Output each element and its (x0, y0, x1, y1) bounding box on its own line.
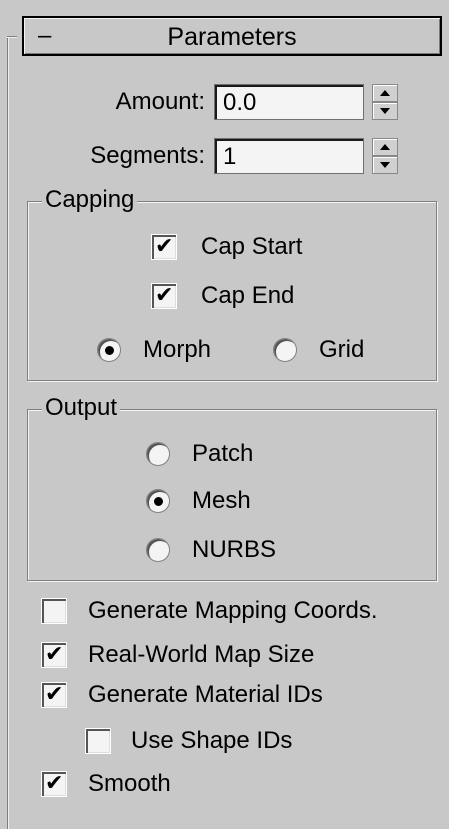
segments-spin-down-button[interactable] (372, 156, 398, 174)
generate-mapping-coords-label: Generate Mapping Coords. (88, 597, 378, 624)
amount-spinner[interactable] (372, 84, 398, 120)
morph-radio[interactable] (97, 338, 121, 362)
radio-selected-dot-icon (154, 497, 163, 506)
mesh-label: Mesh (192, 487, 251, 514)
segments-spin-up-button[interactable] (372, 138, 398, 156)
amount-row: Amount: (0, 84, 449, 120)
arrow-up-icon (380, 144, 390, 150)
checkmark-icon: ✔ (155, 234, 174, 259)
segments-input[interactable] (214, 138, 364, 174)
smooth-checkbox[interactable]: ✔ (41, 771, 67, 797)
checkmark-icon: ✔ (45, 682, 64, 707)
real-world-map-size-label: Real-World Map Size (88, 641, 315, 668)
output-group-title: Output (42, 394, 121, 422)
segments-spinner[interactable] (372, 138, 398, 174)
grid-radio[interactable] (273, 338, 297, 362)
capping-group-title: Capping (42, 186, 138, 214)
arrow-down-icon (380, 162, 390, 168)
grid-label: Grid (319, 336, 365, 363)
morph-label: Morph (143, 336, 212, 363)
arrow-down-icon (380, 108, 390, 114)
smooth-label: Smooth (88, 770, 171, 797)
patch-label: Patch (192, 440, 254, 467)
checkmark-icon: ✔ (45, 771, 64, 796)
nurbs-radio[interactable] (146, 538, 170, 562)
cap-end-checkbox[interactable]: ✔ (151, 283, 177, 309)
nurbs-label: NURBS (192, 536, 277, 563)
cap-start-label: Cap Start (201, 233, 303, 260)
checkmark-icon: ✔ (45, 642, 64, 667)
use-shape-ids-checkbox[interactable] (85, 728, 111, 754)
generate-mapping-coords-checkbox[interactable] (41, 598, 67, 624)
panel-border-tick (7, 36, 17, 38)
parameters-rollout-header[interactable]: – Parameters (22, 16, 442, 56)
cap-end-label: Cap End (201, 282, 295, 309)
patch-radio[interactable] (146, 442, 170, 466)
capping-group: Capping ✔ Cap Start ✔ Cap End Morph Grid (27, 186, 437, 381)
real-world-map-size-checkbox[interactable]: ✔ (41, 642, 67, 668)
output-group: Output Patch Mesh NURBS (27, 394, 437, 581)
mesh-radio[interactable] (146, 489, 170, 513)
rollout-title: Parameters (167, 23, 297, 51)
segments-label: Segments: (90, 142, 205, 169)
radio-selected-dot-icon (105, 346, 114, 355)
checkmark-icon: ✔ (155, 283, 174, 308)
arrow-up-icon (380, 90, 390, 96)
use-shape-ids-label: Use Shape IDs (131, 727, 293, 754)
cap-start-checkbox[interactable]: ✔ (151, 234, 177, 260)
amount-label: Amount: (115, 88, 205, 115)
amount-spin-up-button[interactable] (372, 84, 398, 102)
generate-material-ids-label: Generate Material IDs (88, 681, 323, 708)
amount-spin-down-button[interactable] (372, 102, 398, 120)
generate-material-ids-checkbox[interactable]: ✔ (41, 682, 67, 708)
segments-row: Segments: (0, 138, 449, 174)
amount-input[interactable] (214, 84, 364, 120)
parameters-rollout-panel: { "rollout": { "collapse_symbol": "–", "… (0, 0, 449, 829)
